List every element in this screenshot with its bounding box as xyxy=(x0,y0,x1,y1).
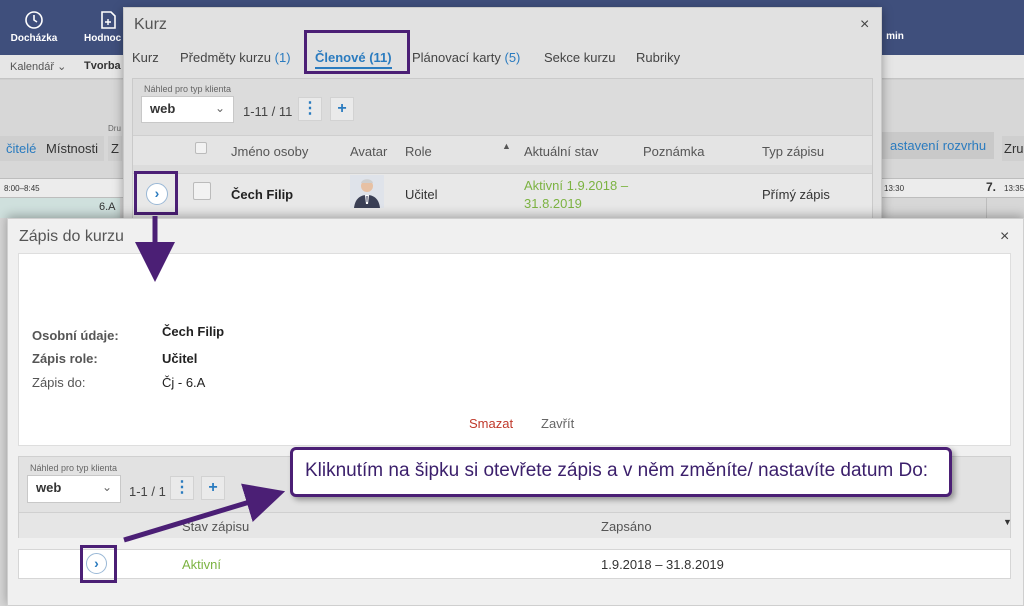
annotation-arrows xyxy=(123,216,286,543)
arrow-up-right-icon xyxy=(123,483,286,543)
instruction-callout: Kliknutím na šipku si otevřete zápis a v… xyxy=(290,447,952,497)
